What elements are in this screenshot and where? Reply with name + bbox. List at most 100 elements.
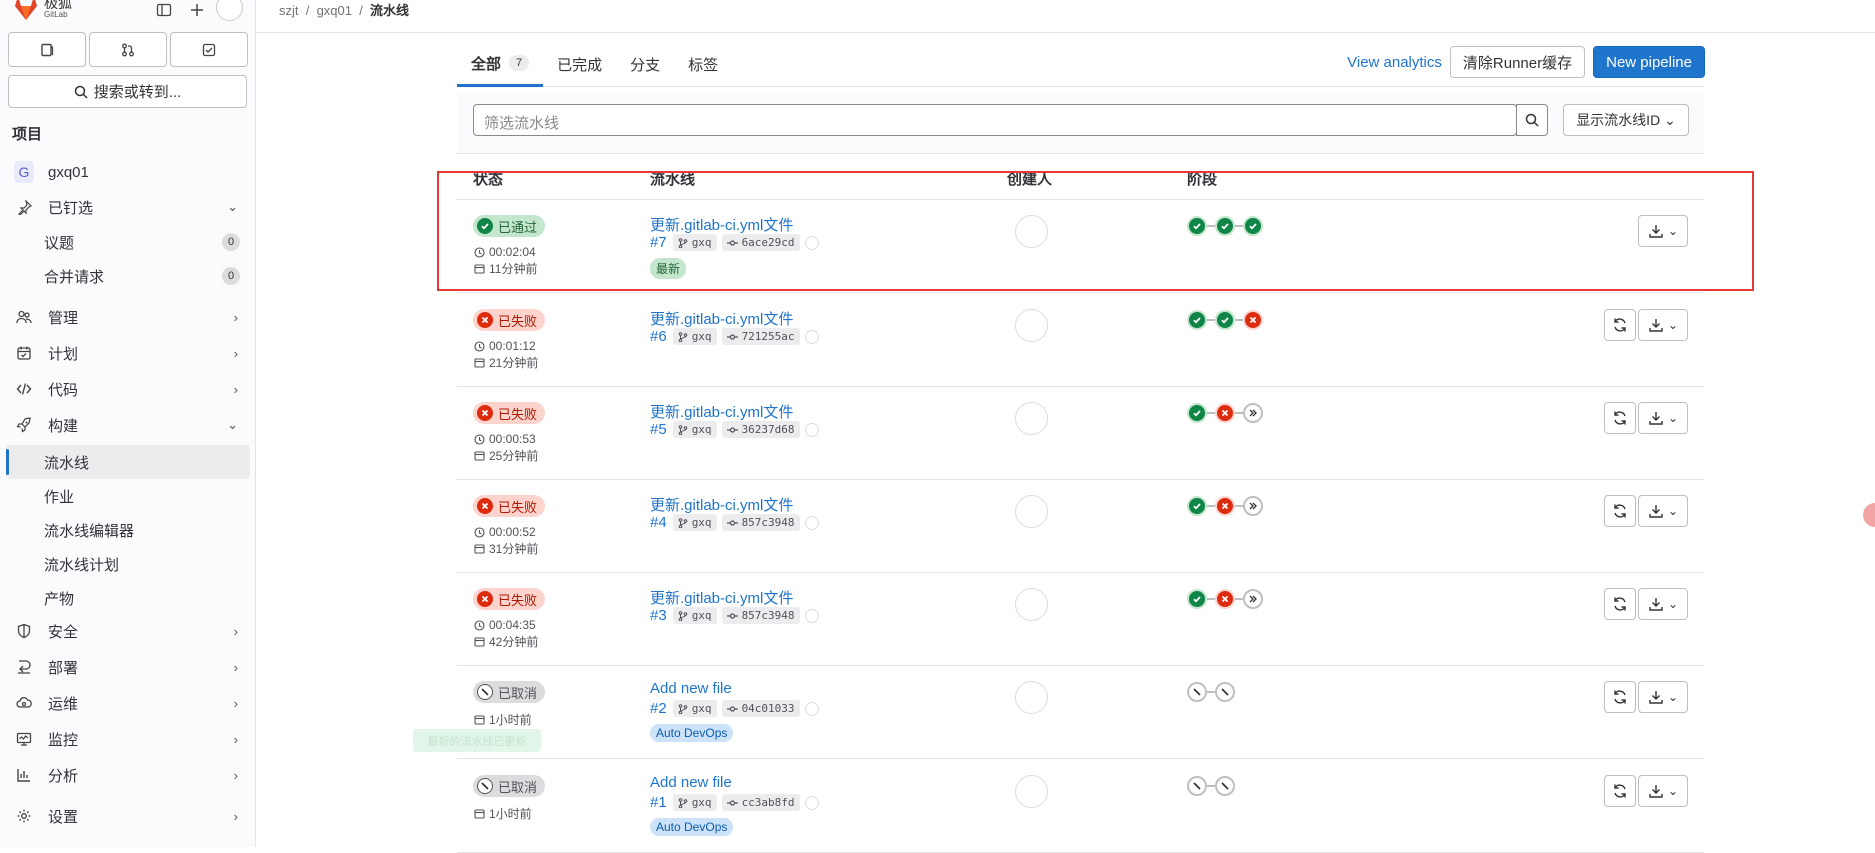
retry-button[interactable] (1604, 775, 1636, 807)
filter-search-button[interactable] (1516, 104, 1548, 136)
branch-ref[interactable]: gxq (672, 421, 717, 438)
branch-ref[interactable]: gxq (672, 700, 717, 717)
sidebar-item-analyze[interactable]: 分析 › (6, 758, 250, 792)
creator-avatar[interactable] (1015, 775, 1048, 808)
branch-ref[interactable]: gxq (672, 328, 717, 345)
commit-sha[interactable]: 721255ac (721, 328, 800, 345)
pipeline-title-link[interactable]: 更新.gitlab-ci.yml文件 (650, 587, 793, 608)
retry-button[interactable] (1604, 495, 1636, 527)
stage-success-icon[interactable] (1187, 589, 1207, 609)
branch-ref[interactable]: gxq (672, 607, 717, 624)
stage-success-icon[interactable] (1187, 403, 1207, 423)
todos-shortcut-button[interactable] (170, 32, 248, 67)
commit-author-avatar[interactable] (804, 329, 819, 344)
status-badge[interactable]: 已取消 (473, 681, 546, 703)
stage-canceled-icon[interactable] (1187, 682, 1207, 702)
tab-tags[interactable]: 标签 (674, 42, 732, 87)
sidebar-item-operate[interactable]: 运维 › (6, 686, 250, 720)
search-button[interactable]: 搜索或转到... (8, 75, 247, 108)
tab-branches[interactable]: 分支 (616, 42, 674, 87)
stage-success-icon[interactable] (1215, 310, 1235, 330)
commit-author-avatar[interactable] (804, 422, 819, 437)
breadcrumb-project[interactable]: gxq01 (317, 3, 352, 18)
commit-sha[interactable]: 04c01033 (721, 700, 800, 717)
commit-sha[interactable]: 36237d68 (721, 421, 800, 438)
retry-button[interactable] (1604, 309, 1636, 341)
pipeline-title-link[interactable]: 更新.gitlab-ci.yml文件 (650, 401, 793, 422)
sidebar-item-pipeline-schedules[interactable]: 流水线计划 (6, 547, 250, 581)
breadcrumb-current[interactable]: 流水线 (370, 3, 409, 18)
pipeline-title-link[interactable]: 更新.gitlab-ci.yml文件 (650, 494, 793, 515)
stage-skipped-icon[interactable] (1243, 496, 1263, 516)
pipeline-id-link[interactable]: #1 (650, 794, 667, 811)
pipeline-id-link[interactable]: #2 (650, 700, 667, 717)
pipeline-title-link[interactable]: Add new file (650, 680, 732, 697)
sidebar-item-build[interactable]: 构建 ⌄ (6, 408, 250, 442)
sidebar-item-monitor[interactable]: 监控 › (6, 722, 250, 756)
sidebar-item-settings[interactable]: 设置 › (6, 799, 250, 833)
commit-author-avatar[interactable] (804, 608, 819, 623)
pipeline-id-link[interactable]: #6 (650, 328, 667, 345)
stage-failed-icon[interactable] (1243, 310, 1263, 330)
tab-finished[interactable]: 已完成 (543, 42, 616, 87)
sidebar-item-artifacts[interactable]: 产物 (6, 581, 250, 615)
breadcrumb-group[interactable]: szjt (279, 3, 299, 18)
pipeline-title-link[interactable]: 更新.gitlab-ci.yml文件 (650, 308, 793, 329)
sidebar-toggle-icon[interactable] (150, 0, 178, 24)
creator-avatar[interactable] (1015, 402, 1048, 435)
filter-input[interactable]: 筛选流水线 (473, 104, 1517, 136)
commit-sha[interactable]: 857c3948 (721, 607, 800, 624)
retry-button[interactable] (1604, 402, 1636, 434)
stage-skipped-icon[interactable] (1243, 403, 1263, 423)
sidebar-item-merge-requests[interactable]: 合并请求 0 (6, 259, 250, 293)
issues-shortcut-button[interactable] (8, 32, 86, 67)
sidebar-item-manage[interactable]: 管理 › (6, 300, 250, 334)
creator-avatar[interactable] (1015, 309, 1048, 342)
view-analytics-link[interactable]: View analytics (1347, 54, 1442, 71)
download-artifacts-button[interactable]: ⌄ (1638, 309, 1688, 341)
stage-canceled-icon[interactable] (1187, 776, 1207, 796)
commit-author-avatar[interactable] (804, 515, 819, 530)
sidebar-item-pipelines[interactable]: 流水线 (6, 445, 250, 479)
creator-avatar[interactable] (1015, 681, 1048, 714)
download-artifacts-button[interactable]: ⌄ (1638, 402, 1688, 434)
sidebar-item-code[interactable]: 代码 › (6, 372, 250, 406)
status-badge[interactable]: 已失败 (473, 402, 546, 424)
download-artifacts-button[interactable]: ⌄ (1638, 588, 1688, 620)
creator-avatar[interactable] (1015, 495, 1048, 528)
sidebar-item-jobs[interactable]: 作业 (6, 479, 250, 513)
pipeline-id-link[interactable]: #5 (650, 421, 667, 438)
pipeline-id-link[interactable]: #3 (650, 607, 667, 624)
gitlab-logo[interactable] (12, 0, 40, 22)
stage-success-icon[interactable] (1187, 310, 1207, 330)
commit-sha[interactable]: cc3ab8fd (721, 794, 800, 811)
pipeline-id-link[interactable]: #4 (650, 514, 667, 531)
status-badge[interactable]: 已失败 (473, 309, 546, 331)
sidebar-project[interactable]: Ggxq01 (6, 155, 250, 189)
new-pipeline-button[interactable]: New pipeline (1593, 46, 1705, 78)
branch-ref[interactable]: gxq (672, 794, 717, 811)
sidebar-item-pipeline-editor[interactable]: 流水线编辑器 (6, 513, 250, 547)
sidebar-item-security[interactable]: 安全 › (6, 614, 250, 648)
sidebar-item-issues[interactable]: 议题 0 (6, 225, 250, 259)
stage-failed-icon[interactable] (1215, 496, 1235, 516)
pipeline-id-select[interactable]: 显示流水线ID ⌄ (1563, 104, 1689, 136)
stage-success-icon[interactable] (1187, 496, 1207, 516)
retry-button[interactable] (1604, 588, 1636, 620)
stage-failed-icon[interactable] (1215, 403, 1235, 423)
status-badge[interactable]: 已取消 (473, 775, 546, 797)
commit-author-avatar[interactable] (804, 701, 819, 716)
sidebar-item-plan[interactable]: 计划 › (6, 336, 250, 370)
download-artifacts-button[interactable]: ⌄ (1638, 775, 1688, 807)
sidebar-item-pinned[interactable]: 已钉选 ⌄ (6, 190, 250, 224)
stage-failed-icon[interactable] (1215, 589, 1235, 609)
pipeline-title-link[interactable]: Add new file (650, 774, 732, 791)
retry-button[interactable] (1604, 681, 1636, 713)
commit-author-avatar[interactable] (804, 795, 819, 810)
merge-requests-shortcut-button[interactable] (89, 32, 167, 67)
tab-all[interactable]: 全部 7 (457, 42, 544, 87)
creator-avatar[interactable] (1015, 588, 1048, 621)
stage-canceled-icon[interactable] (1215, 776, 1235, 796)
status-badge[interactable]: 已失败 (473, 495, 546, 517)
commit-sha[interactable]: 857c3948 (721, 514, 800, 531)
